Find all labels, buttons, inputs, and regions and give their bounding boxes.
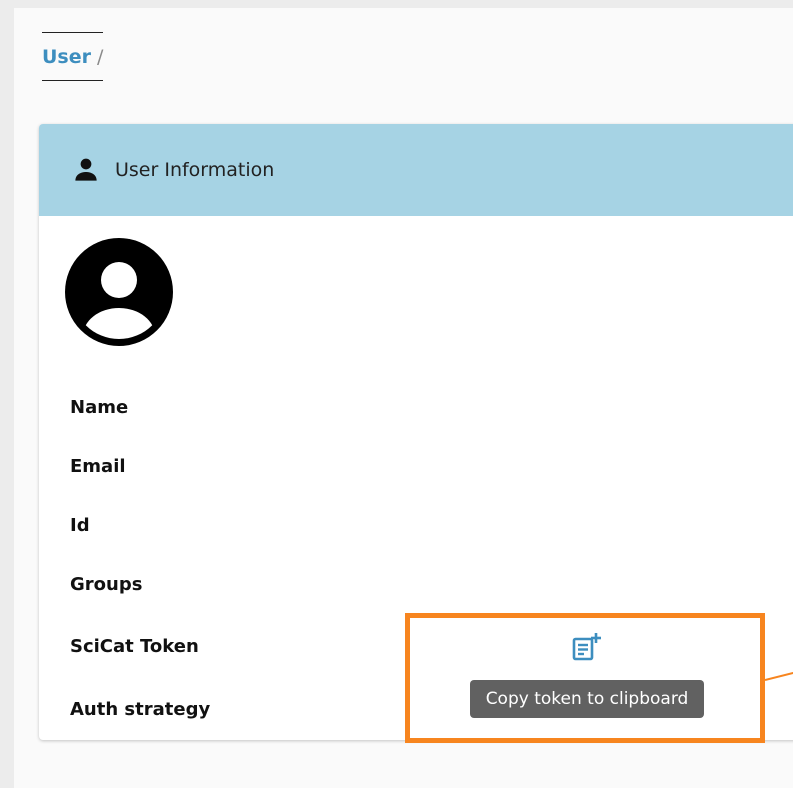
field-label-name: Name <box>70 397 129 418</box>
field-label-email: Email <box>70 456 126 477</box>
field-label-groups: Groups <box>70 574 143 595</box>
copy-token-button[interactable] <box>568 628 606 666</box>
breadcrumb-user-link[interactable]: User <box>42 46 91 68</box>
copy-token-tooltip: Copy token to clipboard <box>470 680 704 718</box>
field-label-scicat-token: SciCat Token <box>70 636 199 657</box>
note-add-icon <box>572 633 601 661</box>
person-icon <box>75 158 97 181</box>
field-label-auth-strategy: Auth strategy <box>70 699 211 720</box>
callout-line <box>765 671 793 681</box>
field-label-id: Id <box>70 515 90 536</box>
card-title: User Information <box>115 159 275 181</box>
account-circle-icon <box>65 238 173 346</box>
breadcrumb-separator: / <box>97 46 104 68</box>
breadcrumb: User / <box>42 32 104 81</box>
card-header: User Information <box>39 124 793 216</box>
